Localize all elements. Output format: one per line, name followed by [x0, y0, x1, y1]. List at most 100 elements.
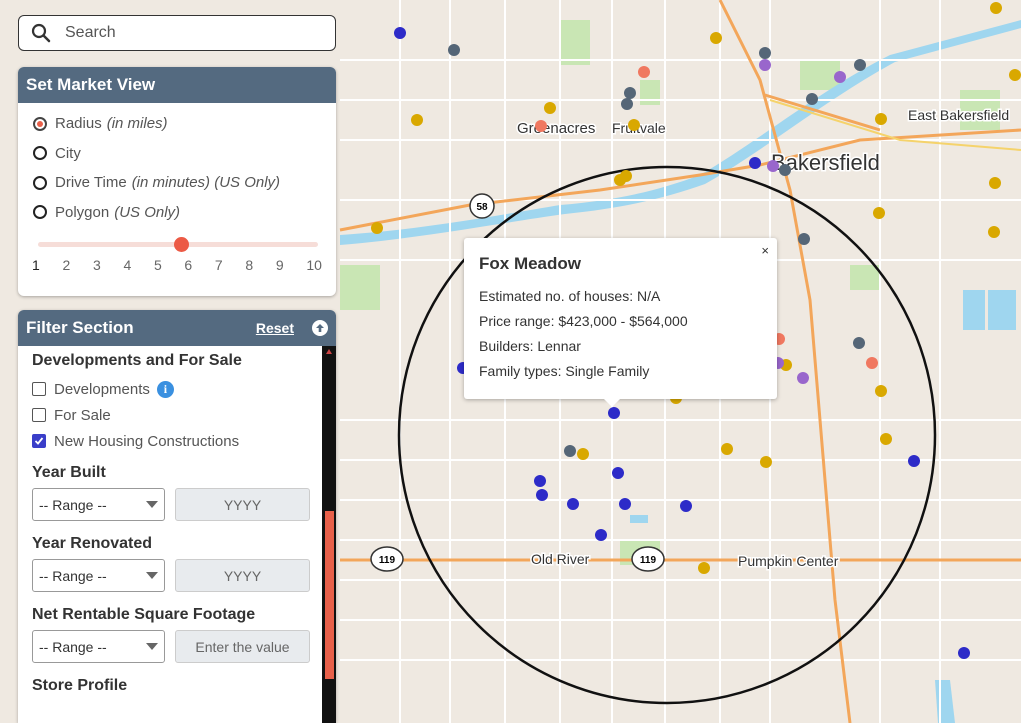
radio-button[interactable]	[33, 205, 47, 220]
checkbox-for-sale[interactable]: For Sale	[32, 402, 322, 428]
year-renovated-select[interactable]: -- Range --	[32, 559, 165, 592]
map-marker[interactable]	[624, 87, 636, 99]
map-marker[interactable]	[577, 448, 589, 460]
year-renovated-input[interactable]: YYYY	[175, 559, 310, 592]
checkbox[interactable]	[32, 382, 46, 396]
radio-button[interactable]	[33, 175, 47, 190]
filter-scrollbar[interactable]	[322, 346, 336, 723]
radio-drive-time[interactable]: Drive Time (in minutes) (US Only)	[18, 168, 336, 198]
filter-title: Filter Section	[26, 318, 134, 337]
map-marker[interactable]	[990, 2, 1002, 14]
scrollbar-thumb[interactable]	[325, 511, 334, 679]
radio-button[interactable]	[33, 146, 47, 161]
map-marker[interactable]	[710, 32, 722, 44]
map-marker[interactable]	[371, 222, 383, 234]
net-rentable-select[interactable]: -- Range --	[32, 630, 165, 663]
developments-title: Developments and For Sale	[32, 352, 242, 369]
scroll-up-icon[interactable]	[326, 349, 332, 354]
map-marker[interactable]	[749, 157, 761, 169]
map-marker[interactable]	[875, 385, 887, 397]
net-rentable-input[interactable]: Enter the value	[175, 630, 310, 663]
map-marker[interactable]	[853, 337, 865, 349]
year-built-select[interactable]: -- Range --	[32, 488, 165, 521]
map-marker[interactable]	[411, 114, 423, 126]
map-marker[interactable]	[564, 445, 576, 457]
map-marker[interactable]	[608, 407, 620, 419]
map-marker[interactable]	[536, 489, 548, 501]
map-marker[interactable]	[880, 433, 892, 445]
checkbox[interactable]	[32, 408, 46, 422]
map-marker[interactable]	[958, 647, 970, 659]
radius-slider[interactable]	[38, 235, 318, 255]
map-marker[interactable]	[873, 207, 885, 219]
map-marker[interactable]	[628, 119, 640, 131]
reset-button[interactable]: Reset	[256, 320, 294, 336]
map-marker[interactable]	[595, 529, 607, 541]
collapse-up-icon[interactable]	[312, 320, 328, 336]
slider-ticks: 1 2 3 4 5 6 7 8 9 10	[32, 257, 322, 273]
slider-tick: 5	[153, 257, 162, 273]
map-marker[interactable]	[759, 59, 771, 71]
place-label-pumpkin-center: Pumpkin Center	[738, 553, 839, 569]
market-view-panel: Set Market View Radius (in miles) City D…	[18, 67, 336, 296]
radio-note: (in miles)	[106, 115, 168, 133]
checkbox-label: For Sale	[54, 406, 111, 424]
filter-header: Filter Section Reset	[18, 310, 336, 346]
slider-tick: 2	[62, 257, 71, 273]
map-marker[interactable]	[875, 113, 887, 125]
map-marker[interactable]	[759, 47, 771, 59]
map-marker[interactable]	[621, 98, 633, 110]
map-marker[interactable]	[544, 102, 556, 114]
route-shield-119-west: 119	[370, 546, 404, 572]
slider-tick: 4	[123, 257, 132, 273]
map-marker[interactable]	[698, 562, 710, 574]
checkbox-new-housing[interactable]: New Housing Constructions	[32, 428, 322, 454]
radio-label: Polygon	[55, 203, 110, 221]
map-marker[interactable]	[567, 498, 579, 510]
map-marker[interactable]	[619, 498, 631, 510]
map-marker[interactable]	[806, 93, 818, 105]
map-marker[interactable]	[448, 44, 460, 56]
map-marker[interactable]	[721, 443, 733, 455]
map-marker[interactable]	[612, 467, 624, 479]
map-marker[interactable]	[834, 71, 846, 83]
map-marker[interactable]	[908, 455, 920, 467]
select-value: -- Range --	[39, 496, 107, 513]
chevron-down-icon	[146, 643, 158, 650]
year-built-input[interactable]: YYYY	[175, 488, 310, 521]
map-marker[interactable]	[680, 500, 692, 512]
search-input[interactable]	[63, 23, 327, 43]
map-marker[interactable]	[760, 456, 772, 468]
search-box[interactable]	[18, 15, 336, 51]
radio-polygon[interactable]: Polygon (US Only)	[18, 198, 336, 228]
map-marker[interactable]	[866, 357, 878, 369]
map-marker[interactable]	[638, 66, 650, 78]
map-marker[interactable]	[988, 226, 1000, 238]
filter-body: Developments and For Sale Developments i…	[18, 346, 336, 723]
map-marker[interactable]	[535, 120, 547, 132]
year-renovated-title: Year Renovated	[32, 535, 153, 552]
checkbox-developments[interactable]: Developments i	[32, 376, 322, 402]
map-marker[interactable]	[534, 475, 546, 487]
info-icon[interactable]: i	[156, 380, 174, 398]
map-marker[interactable]	[989, 177, 1001, 189]
select-value: -- Range --	[39, 638, 107, 655]
map-marker[interactable]	[1009, 69, 1021, 81]
map-marker[interactable]	[798, 233, 810, 245]
close-icon[interactable]: ×	[761, 243, 769, 258]
map-marker[interactable]	[767, 160, 779, 172]
map-marker[interactable]	[779, 164, 791, 176]
radio-city[interactable]: City	[18, 139, 336, 169]
radio-button[interactable]	[33, 116, 47, 131]
slider-tick: 10	[306, 257, 322, 273]
map-marker[interactable]	[854, 59, 866, 71]
slider-tick: 9	[275, 257, 284, 273]
map-marker[interactable]	[797, 372, 809, 384]
popup-tip	[604, 399, 620, 407]
checkbox-checked[interactable]	[32, 434, 46, 448]
map-marker[interactable]	[394, 27, 406, 39]
map-marker[interactable]	[620, 170, 632, 182]
radio-radius[interactable]: Radius (in miles)	[18, 109, 336, 139]
popup-builders: Builders: Lennar	[479, 338, 581, 354]
slider-thumb[interactable]	[174, 237, 189, 252]
